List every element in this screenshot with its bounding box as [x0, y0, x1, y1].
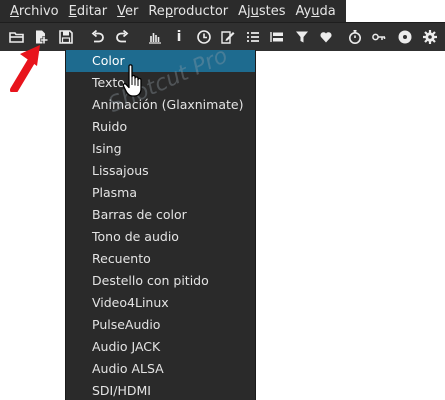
menu-item-video4linux[interactable]: Video4Linux: [66, 292, 255, 314]
list-icon: [247, 32, 259, 42]
main-toolbar: i: [0, 22, 445, 51]
timeline-icon: [270, 32, 283, 42]
menu-item-plasma[interactable]: Plasma: [66, 182, 255, 204]
menu-item-color[interactable]: Color: [66, 50, 255, 72]
menu-item-destello-con-pitido[interactable]: Destello con pitido: [66, 270, 255, 292]
redo-button[interactable]: [111, 26, 133, 48]
export-button[interactable]: [394, 26, 416, 48]
menu-item-pulseaudio[interactable]: PulseAudio: [66, 314, 255, 336]
menu-item-ising[interactable]: Ising: [66, 138, 255, 160]
menu-archivo[interactable]: Archivo: [0, 4, 64, 19]
save-button[interactable]: [55, 26, 77, 48]
menu-ver[interactable]: Ver: [112, 4, 143, 19]
menu-reproductor[interactable]: Reproductor: [143, 4, 233, 19]
notes-button[interactable]: [217, 26, 239, 48]
properties-button[interactable]: i: [168, 26, 190, 48]
redo-icon: [116, 29, 129, 43]
clock-icon: [197, 30, 211, 44]
menu-editar[interactable]: Editar: [64, 4, 113, 19]
open-other-menu: Color Texto Animación (Glaxnimate) Ruido…: [65, 50, 256, 400]
history-button[interactable]: [368, 26, 390, 48]
stopwatch-icon: [349, 30, 361, 44]
audio-meter-icon: [149, 33, 161, 44]
menu-item-texto[interactable]: Texto: [66, 72, 255, 94]
menu-item-barras-de-color[interactable]: Barras de color: [66, 204, 255, 226]
menu-item-sdi-hdmi[interactable]: SDI/HDMI: [66, 380, 255, 400]
playlist-button[interactable]: [242, 26, 264, 48]
markers-button[interactable]: [315, 26, 337, 48]
heart-marker-icon: [320, 32, 332, 43]
gear-icon: [423, 30, 437, 44]
key-icon: [372, 33, 386, 41]
undo-button[interactable]: [87, 26, 109, 48]
info-icon: i: [176, 29, 182, 45]
menu-bar: Archivo Editar Ver Reproductor Ajustes A…: [0, 0, 346, 22]
audio-meter-button[interactable]: [144, 26, 166, 48]
recent-button[interactable]: [193, 26, 215, 48]
funnel-filter-icon: [296, 31, 308, 43]
timeline-button[interactable]: [266, 26, 288, 48]
disc-export-icon: [398, 30, 412, 44]
menu-ayuda[interactable]: Ayuda: [291, 4, 341, 19]
menu-item-lissajous[interactable]: Lissajous: [66, 160, 255, 182]
menu-item-audio-jack[interactable]: Audio JACK: [66, 336, 255, 358]
keyframes-button[interactable]: [344, 26, 366, 48]
menu-item-ruido[interactable]: Ruido: [66, 116, 255, 138]
red-arrow-annotation-icon: [10, 45, 40, 92]
hand-pointer-cursor-icon: [122, 64, 142, 97]
menu-item-recuento[interactable]: Recuento: [66, 248, 255, 270]
menu-item-animacion-glaxnimate[interactable]: Animación (Glaxnimate): [66, 94, 255, 116]
menu-ajustes[interactable]: Ajustes: [233, 4, 290, 19]
filters-button[interactable]: [291, 26, 313, 48]
menu-item-tono-de-audio[interactable]: Tono de audio: [66, 226, 255, 248]
undo-icon: [91, 29, 104, 43]
menu-item-audio-alsa[interactable]: Audio ALSA: [66, 358, 255, 380]
save-floppy-icon: [59, 30, 73, 44]
settings-button[interactable]: [419, 26, 441, 48]
edit-note-icon: [221, 31, 235, 44]
